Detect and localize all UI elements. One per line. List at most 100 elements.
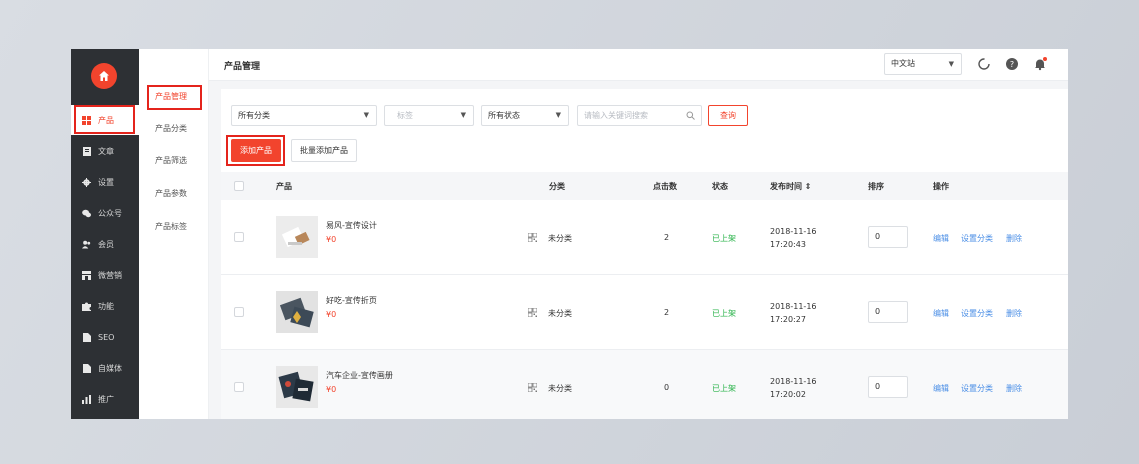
sidebar-item-product[interactable]: 产品 [71,105,139,135]
shop-icon [82,270,91,280]
set-category-link[interactable]: 设置分类 [961,383,993,394]
wechat-icon [82,209,91,218]
submenu-item-product-category[interactable]: 产品分类 [155,122,187,136]
sort-order-input[interactable]: 0 [868,301,908,323]
category-select[interactable]: 所有分类 ▼ [231,105,377,126]
submenu-item-product-management[interactable]: 产品管理 [155,90,187,104]
gear-icon [82,177,91,187]
sidebar-item-label: 公众号 [98,208,122,218]
sidebar-item-label: 微营销 [98,270,122,280]
media-icon [82,363,91,373]
home-logo[interactable] [91,63,117,89]
sidebar-item-settings[interactable]: 设置 [71,167,139,197]
column-header-sort: 排序 [868,182,884,191]
product-thumbnail[interactable] [276,291,318,333]
content-panel: 所有分类 ▼ 标签 ▼ 所有状态 ▼ 请输入关键词搜索 查询 添加产品 批量添加… [221,89,1068,419]
product-name[interactable]: 易风-宣传设计 [326,220,377,231]
sidebar-item-label: SEO [98,332,115,342]
submenu-item-product-params[interactable]: 产品参数 [155,187,187,201]
bell-icon[interactable] [1032,56,1047,71]
table-header: 产品 分类 点击数 状态 发布时间 ⇕ 排序 操作 [221,172,1068,200]
sidebar-item-label: 设置 [98,177,114,187]
set-category-link[interactable]: 设置分类 [961,308,993,319]
product-name[interactable]: 好吃-宣传折页 [326,295,377,306]
product-name[interactable]: 汽车企业-宣传画册 [326,370,393,381]
sidebar-item-seo[interactable]: SEO [71,322,139,352]
status-badge: 已上架 [712,384,736,393]
product-clicks: 0 [664,383,670,392]
status-select[interactable]: 所有状态 ▼ [481,105,569,126]
publish-time: 2018-11-16 17:20:27 [770,300,817,326]
submenu-item-product-tags[interactable]: 产品标签 [155,220,187,234]
column-header-clicks: 点击数 [653,182,677,191]
search-input[interactable]: 请输入关键词搜索 [577,105,702,126]
sidebar-item-article[interactable]: 文章 [71,136,139,166]
sidebar-item-wechat[interactable]: 公众号 [71,198,139,228]
qr-code-icon[interactable] [528,383,537,392]
edit-link[interactable]: 编辑 [933,383,949,394]
language-select-value: 中文站 [891,59,915,68]
top-bar: 产品管理 中文站 ▼ ? [209,49,1068,81]
chevron-down-icon: ▼ [948,60,954,68]
sidebar-item-label: 产品 [98,115,114,125]
column-header-category: 分类 [549,182,565,191]
add-product-button[interactable]: 添加产品 [231,139,281,162]
help-icon[interactable]: ? [1004,56,1019,71]
table-row: 汽车企业-宣传画册 ¥0 未分类 0 已上架 2018-11-16 17:20:0… [221,350,1068,419]
product-thumbnail[interactable] [276,216,318,258]
bulk-add-product-button[interactable]: 批量添加产品 [291,139,357,162]
product-clicks: 2 [664,233,670,242]
table-row: 易风-宣传设计 ¥0 未分类 2 已上架 2018-11-16 17:20:43 … [221,200,1068,275]
sort-order-input[interactable]: 0 [868,376,908,398]
main-sidebar: 产品 文章 设置 公众号 会员 微营销 功能 SEO 自媒体 推广 [71,49,139,419]
column-header-product: 产品 [276,182,292,191]
publish-date: 2018-11-16 [770,377,817,386]
submenu-item-product-filter[interactable]: 产品筛选 [155,154,187,168]
sidebar-item-promotion[interactable]: 推广 [71,384,139,414]
product-price: ¥0 [326,385,337,394]
sidebar-item-member[interactable]: 会员 [71,229,139,259]
sort-order-input[interactable]: 0 [868,226,908,248]
product-category: 未分类 [548,384,572,393]
chevron-down-icon: ▼ [363,111,369,119]
refresh-icon[interactable] [976,56,991,71]
seo-icon [82,332,91,342]
sidebar-item-features[interactable]: 功能 [71,291,139,321]
chevron-down-icon: ▼ [555,111,561,119]
product-category: 未分类 [548,309,572,318]
query-button[interactable]: 查询 [708,105,748,126]
delete-link[interactable]: 删除 [1006,233,1022,244]
category-select-value: 所有分类 [238,111,270,120]
sidebar-item-marketing[interactable]: 微营销 [71,260,139,290]
search-input-placeholder: 请输入关键词搜索 [584,111,648,120]
publish-time: 2018-11-16 17:20:02 [770,375,817,401]
publish-date: 2018-11-16 [770,227,817,236]
select-all-checkbox[interactable] [234,181,244,191]
language-select[interactable]: 中文站 ▼ [884,53,962,75]
document-icon [82,146,91,156]
row-checkbox[interactable] [234,382,244,392]
set-category-link[interactable]: 设置分类 [961,233,993,244]
product-thumbnail[interactable] [276,366,318,408]
sidebar-item-label: 会员 [98,239,114,249]
publish-date: 2018-11-16 [770,302,817,311]
tag-select[interactable]: 标签 ▼ [384,105,474,126]
sidebar-item-media[interactable]: 自媒体 [71,353,139,383]
column-header-published[interactable]: 发布时间 ⇕ [770,181,812,192]
edit-link[interactable]: 编辑 [933,233,949,244]
row-checkbox[interactable] [234,232,244,242]
row-checkbox[interactable] [234,307,244,317]
edit-link[interactable]: 编辑 [933,308,949,319]
qr-code-icon[interactable] [528,308,537,317]
sidebar-item-label: 功能 [98,301,114,311]
search-icon [686,111,695,120]
publish-clock: 17:20:43 [770,240,806,249]
delete-link[interactable]: 删除 [1006,383,1022,394]
status-select-value: 所有状态 [488,111,520,120]
app-window: 产品 文章 设置 公众号 会员 微营销 功能 SEO 自媒体 推广 产品管理 产… [71,49,1068,419]
product-submenu: 产品管理 产品分类 产品筛选 产品参数 产品标签 [139,49,209,419]
delete-link[interactable]: 删除 [1006,308,1022,319]
puzzle-icon [82,302,91,311]
chevron-down-icon: ▼ [460,111,466,119]
qr-code-icon[interactable] [528,233,537,242]
